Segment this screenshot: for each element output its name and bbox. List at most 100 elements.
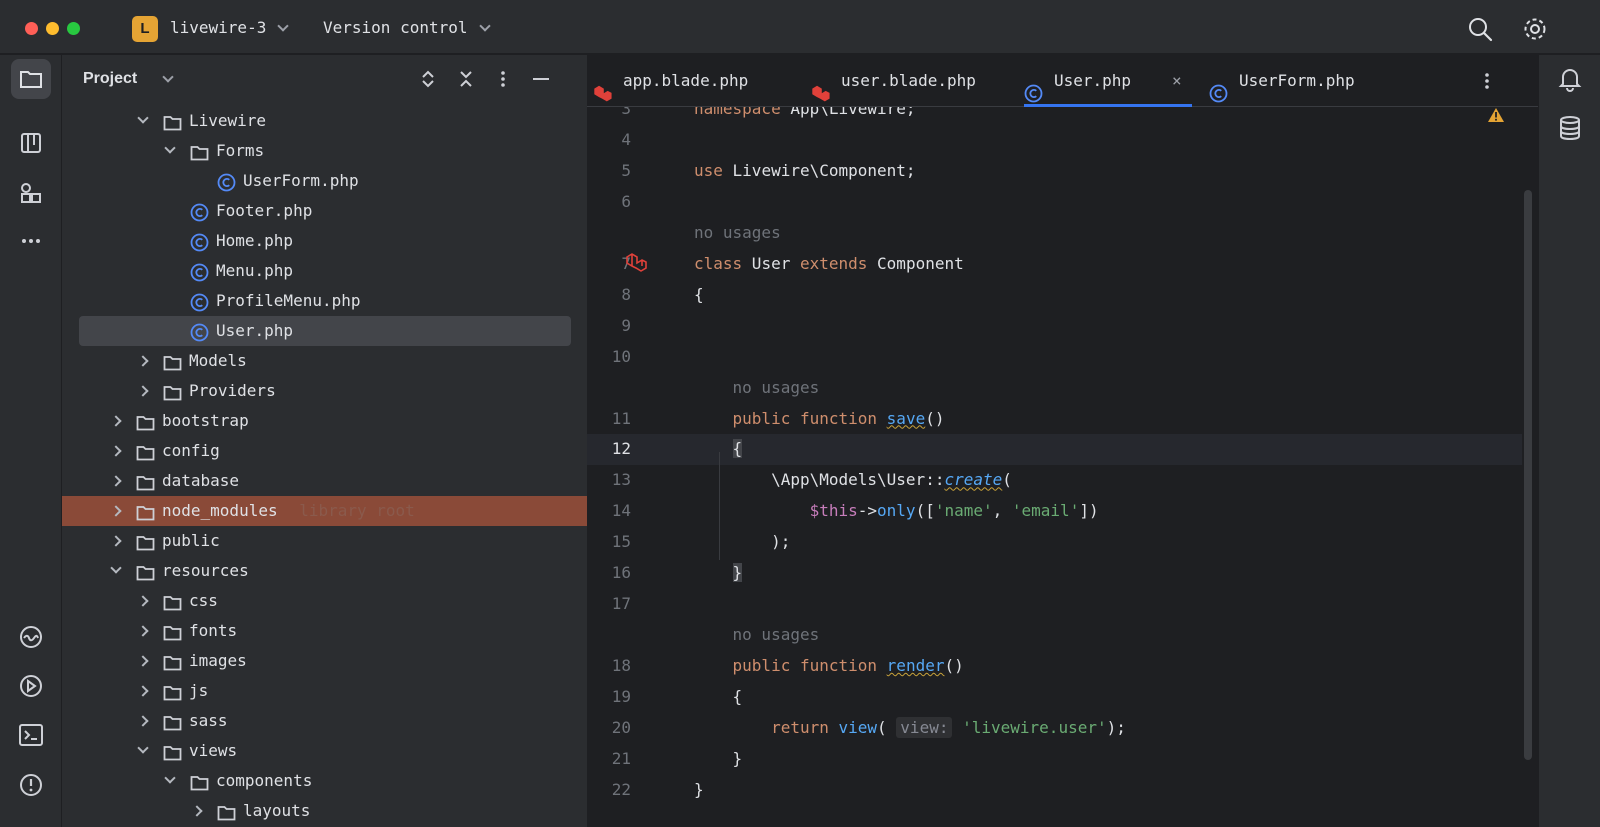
- chevron-right-icon[interactable]: [137, 385, 149, 397]
- chevron-right-icon[interactable]: [110, 445, 122, 457]
- options-icon[interactable]: [493, 69, 513, 89]
- line-number: 12: [611, 439, 631, 459]
- code-line[interactable]: \App\Models\User::create(: [694, 464, 1012, 495]
- editor-tab[interactable]: UserForm.php: [1209, 55, 1399, 107]
- chevron-down-icon[interactable]: [137, 112, 149, 124]
- close-window-button[interactable]: [25, 22, 38, 35]
- hide-panel-icon[interactable]: [531, 69, 551, 89]
- code-line[interactable]: no usages: [694, 619, 820, 650]
- chevron-right-icon[interactable]: [137, 355, 149, 367]
- code-line[interactable]: }: [694, 557, 743, 588]
- run-tool-button[interactable]: [11, 666, 51, 706]
- project-tool-button[interactable]: [11, 59, 51, 99]
- tree-item[interactable]: Livewire: [62, 106, 587, 136]
- chevron-right-icon[interactable]: [137, 595, 149, 607]
- code-line[interactable]: no usages: [694, 372, 820, 403]
- tree-item[interactable]: views: [62, 736, 587, 766]
- code-line[interactable]: {: [694, 681, 743, 712]
- code-line[interactable]: public function render(): [694, 650, 964, 681]
- line-number: 9: [621, 315, 631, 335]
- chevron-right-icon[interactable]: [137, 655, 149, 667]
- code-line[interactable]: return view( view: 'livewire.user');: [694, 712, 1126, 743]
- close-tab-icon[interactable]: ×: [1172, 55, 1182, 107]
- code-editor[interactable]: 3 4 5 6 7 8 9 10 11 12 13 14 15 16 17 18 19 20 21 22 namesp…: [587, 107, 1538, 827]
- tree-item[interactable]: js: [62, 676, 587, 706]
- tree-item[interactable]: bootstrap: [62, 406, 587, 436]
- settings-icon[interactable]: [1522, 16, 1548, 42]
- tree-item[interactable]: css: [62, 586, 587, 616]
- tree-item[interactable]: config: [62, 436, 587, 466]
- folder-icon: [190, 772, 209, 791]
- tree-item[interactable]: node_modules library root: [62, 496, 587, 526]
- problems-tool-button[interactable]: [11, 765, 51, 805]
- tree-item[interactable]: Providers: [62, 376, 587, 406]
- services-tool-button[interactable]: [11, 617, 51, 657]
- chevron-right-icon[interactable]: [191, 805, 203, 817]
- notifications-icon[interactable]: [1557, 66, 1583, 96]
- chevron-right-icon[interactable]: [110, 475, 122, 487]
- tree-item[interactable]: fonts: [62, 616, 587, 646]
- chevron-down-icon[interactable]: [164, 772, 176, 784]
- chevron-right-icon[interactable]: [110, 505, 122, 517]
- run-icon: [20, 675, 42, 697]
- zoom-window-button[interactable]: [67, 22, 80, 35]
- chevron-right-icon[interactable]: [110, 535, 122, 547]
- tree-item[interactable]: Home.php: [62, 226, 587, 256]
- code-line[interactable]: {: [694, 279, 704, 310]
- code-line[interactable]: }: [694, 743, 743, 774]
- code-line[interactable]: public function save(): [694, 403, 945, 434]
- search-icon[interactable]: [1467, 16, 1493, 42]
- more-tools-button[interactable]: [11, 221, 51, 261]
- code-line[interactable]: $this->only(['name', 'email']): [694, 495, 1099, 526]
- project-panel-header: Project: [62, 55, 587, 103]
- chevron-right-icon[interactable]: [137, 685, 149, 697]
- chevron-down-icon[interactable]: [137, 742, 149, 754]
- tab-label: app.blade.php: [623, 71, 749, 90]
- tree-item[interactable]: database: [62, 466, 587, 496]
- editor-scrollbar[interactable]: [1524, 190, 1532, 760]
- tree-item[interactable]: Menu.php: [62, 256, 587, 286]
- plugins-tool-button[interactable]: [11, 173, 51, 213]
- tree-item[interactable]: ProfileMenu.php: [62, 286, 587, 316]
- expand-collapse-icon[interactable]: [418, 69, 438, 89]
- folder-icon: [136, 412, 155, 431]
- tree-item[interactable]: components: [62, 766, 587, 796]
- minimize-window-button[interactable]: [46, 22, 59, 35]
- chevron-down-icon[interactable]: [162, 71, 174, 83]
- tree-item-label: UserForm.php: [243, 171, 359, 190]
- tree-item[interactable]: Forms: [62, 136, 587, 166]
- tree-item[interactable]: images: [62, 646, 587, 676]
- chevron-right-icon[interactable]: [137, 625, 149, 637]
- chevron-right-icon[interactable]: [110, 415, 122, 427]
- code-line[interactable]: }: [694, 774, 704, 805]
- chevron-down-icon[interactable]: [110, 562, 122, 574]
- editor-tab[interactable]: user.blade.php: [811, 55, 1001, 107]
- editor-tab[interactable]: User.php ×: [1024, 55, 1192, 107]
- project-panel: Project Livewire Forms UserForm.php Footer.…: [62, 55, 587, 827]
- code-line[interactable]: class User extends Component: [694, 248, 964, 279]
- database-icon[interactable]: [1557, 115, 1583, 145]
- project-panel-title[interactable]: Project: [83, 70, 137, 88]
- chevron-down-icon[interactable]: [164, 142, 176, 154]
- structure-tool-button[interactable]: [11, 123, 51, 163]
- editor-tab[interactable]: app.blade.php: [593, 55, 783, 107]
- tab-options-icon[interactable]: [1477, 71, 1497, 95]
- laravel-gutter-icon[interactable]: [625, 253, 647, 277]
- tree-item[interactable]: Footer.php: [62, 196, 587, 226]
- terminal-tool-button[interactable]: [11, 715, 51, 755]
- code-line[interactable]: namespace App\Livewire;: [694, 107, 916, 124]
- tree-item[interactable]: public: [62, 526, 587, 556]
- tree-item[interactable]: sass: [62, 706, 587, 736]
- code-line[interactable]: );: [694, 526, 790, 557]
- tree-item[interactable]: Models: [62, 346, 587, 376]
- code-line[interactable]: use Livewire\Component;: [694, 155, 916, 186]
- tree-item[interactable]: resources: [62, 556, 587, 586]
- tree-item[interactable]: User.php: [62, 316, 587, 346]
- code-line[interactable]: no usages: [694, 217, 781, 248]
- chevron-right-icon[interactable]: [137, 715, 149, 727]
- warning-icon[interactable]: [1487, 107, 1505, 127]
- line-number: 20: [611, 718, 631, 737]
- tree-item[interactable]: layouts: [62, 796, 587, 826]
- collapse-all-icon[interactable]: [456, 69, 476, 89]
- tree-item[interactable]: UserForm.php: [62, 166, 587, 196]
